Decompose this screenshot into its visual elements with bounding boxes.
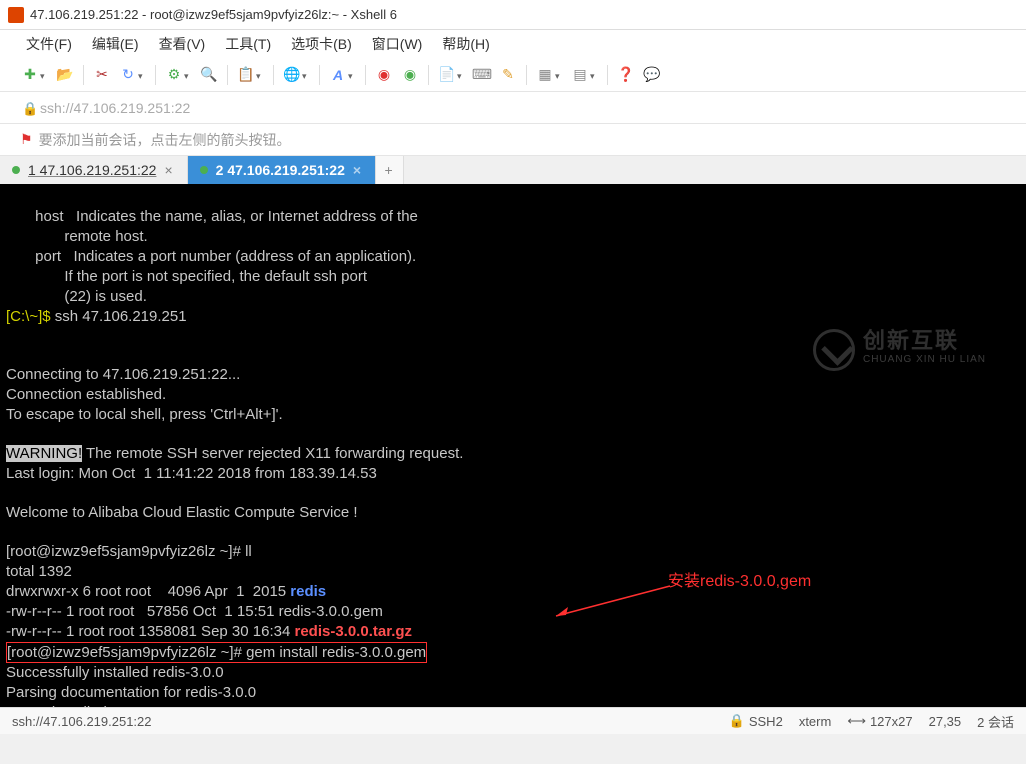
status-dot-icon (200, 166, 208, 174)
terminal-line: Last login: Mon Oct 1 11:41:22 2018 from… (6, 465, 377, 482)
font-button[interactable]: A▾ (326, 64, 359, 86)
watermark-text: 创新互联 (863, 331, 986, 350)
tabstrip: 1 47.106.219.251:22 × 2 47.106.219.251:2… (0, 156, 1026, 184)
toolbar: ✚▾ 📂 ✂ ↻▾ ⚙▾ 🔍 📋▾ 🌐▾ A▾ ◉ ◉ 📄▾ ⌨ ✎ ▦▾ ▤▾… (0, 58, 1026, 92)
flag-icon[interactable]: ⚑ (20, 131, 33, 148)
globe-button[interactable]: 🌐▾ (280, 64, 313, 86)
dir-name: redis (290, 583, 326, 600)
menu-tabs[interactable]: 选项卡(B) (285, 32, 358, 56)
statusbar: ssh://47.106.219.251:22 🔒SSH2 xterm ⟷ 12… (0, 707, 1026, 734)
terminal-line: 1 gem installed (6, 704, 107, 707)
terminal-line: Welcome to Alibaba Cloud Elastic Compute… (6, 504, 358, 521)
search-button[interactable]: 🔍 (197, 64, 221, 86)
session-tab-2[interactable]: 2 47.106.219.251:22 × (188, 156, 376, 184)
status-url: ssh://47.106.219.251:22 (12, 714, 713, 729)
annotation-arrow-icon (550, 582, 680, 622)
tab-label: 2 47.106.219.251:22 (216, 162, 345, 178)
terminal-line: Connection established. (6, 386, 166, 403)
menu-file[interactable]: 文件(F) (20, 32, 78, 56)
terminal-line: -rw-r--r-- 1 root root 1358081 Sep 30 16… (6, 623, 294, 640)
terminal-line: total 1392 (6, 563, 72, 580)
menu-tools[interactable]: 工具(T) (219, 32, 277, 56)
reconnect-button[interactable]: ↻▾ (116, 64, 149, 86)
panels-button[interactable]: ▤▾ (568, 64, 601, 86)
terminal-line: remote host. (6, 228, 148, 245)
help-button[interactable]: ❓ (614, 64, 638, 86)
tab-close-icon[interactable]: × (164, 162, 172, 178)
menubar: 文件(F) 编辑(E) 查看(V) 工具(T) 选项卡(B) 窗口(W) 帮助(… (0, 30, 1026, 58)
terminal-line: Successfully installed redis-3.0.0 (6, 664, 224, 681)
lock-icon: 🔒 (22, 101, 36, 115)
status-term: xterm (799, 714, 832, 729)
warning-label: WARNING! (6, 445, 82, 462)
comment-button[interactable]: 💬 (640, 64, 664, 86)
status-protocol: 🔒SSH2 (729, 713, 783, 729)
local-prompt: [C:\~]$ (6, 308, 55, 325)
window-title: 47.106.219.251:22 - root@izwz9ef5sjam9pv… (30, 7, 397, 22)
terminal-line: drwxrwxr-x 6 root root 4096 Apr 1 2015 (6, 583, 290, 600)
terminal-line: The remote SSH server rejected X11 forwa… (82, 445, 463, 462)
highlighted-command: [root@izwz9ef5sjam9pvfyiz26lz ~]# gem in… (6, 642, 427, 663)
watermark-logo-icon (813, 329, 855, 371)
green-circle-button[interactable]: ◉ (398, 64, 422, 86)
lock-icon: 🔒 (729, 713, 745, 729)
terminal-line: ssh 47.106.219.251 (55, 308, 187, 325)
terminal-line: Connecting to 47.106.219.251:22... (6, 366, 240, 383)
titlebar: 47.106.219.251:22 - root@izwz9ef5sjam9pv… (0, 0, 1026, 30)
terminal-line: Parsing documentation for redis-3.0.0 (6, 684, 256, 701)
status-sessions: 2 会话 (977, 712, 1014, 731)
terminal-line: ll (245, 543, 252, 560)
tab-label: 1 47.106.219.251:22 (28, 162, 156, 178)
address-url[interactable]: ssh://47.106.219.251:22 (40, 100, 190, 116)
terminal-line: host Indicates the name, alias, or Inter… (6, 208, 418, 225)
paste-button[interactable]: 📋▾ (234, 64, 267, 86)
info-message: 要添加当前会话，点击左侧的箭头按钮。 (39, 130, 291, 150)
menu-window[interactable]: 窗口(W) (366, 32, 429, 56)
status-dot-icon (12, 166, 20, 174)
remote-prompt: [root@izwz9ef5sjam9pvfyiz26lz ~]# (6, 543, 245, 560)
session-tab-1[interactable]: 1 47.106.219.251:22 × (0, 156, 188, 184)
terminal-line: -rw-r--r-- 1 root root 57856 Oct 1 15:51… (6, 603, 383, 620)
app-icon (8, 7, 24, 23)
addressbar: 🔒 ssh://47.106.219.251:22 (0, 92, 1026, 124)
terminal[interactable]: host Indicates the name, alias, or Inter… (0, 184, 1026, 707)
add-tab-button[interactable]: + (376, 156, 404, 184)
cut-button[interactable]: ✂ (90, 64, 114, 86)
startlog-button[interactable]: 📄▾ (435, 64, 468, 86)
terminal-line: If the port is not specified, the defaul… (6, 268, 367, 285)
terminal-line: (22) is used. (6, 288, 147, 305)
menu-help[interactable]: 帮助(H) (436, 32, 495, 56)
archive-name: redis-3.0.0.tar.gz (294, 623, 412, 640)
red-circle-button[interactable]: ◉ (372, 64, 396, 86)
keyboard-button[interactable]: ⌨ (470, 64, 494, 86)
props-button[interactable]: ⚙▾ (162, 64, 195, 86)
tab-close-icon[interactable]: × (353, 162, 361, 178)
menu-edit[interactable]: 编辑(E) (86, 32, 145, 56)
terminal-line: To escape to local shell, press 'Ctrl+Al… (6, 406, 283, 423)
annotation-label: 安装redis-3.0.0,gem (668, 572, 811, 591)
infobar: ⚑ 要添加当前会话，点击左侧的箭头按钮。 (0, 124, 1026, 156)
highlight-button[interactable]: ✎ (496, 64, 520, 86)
status-size: ⟷ 127x27 (847, 713, 912, 729)
menu-view[interactable]: 查看(V) (153, 32, 212, 56)
layout-button[interactable]: ▦▾ (533, 64, 566, 86)
watermark-subtext: CHUANG XIN HU LIAN (863, 350, 986, 369)
terminal-line: port Indicates a port number (address of… (6, 248, 416, 265)
open-button[interactable]: 📂 (53, 64, 77, 86)
new-session-button[interactable]: ✚▾ (18, 64, 51, 86)
status-pos: 27,35 (929, 714, 962, 729)
watermark: 创新互联 CHUANG XIN HU LIAN (813, 329, 986, 371)
